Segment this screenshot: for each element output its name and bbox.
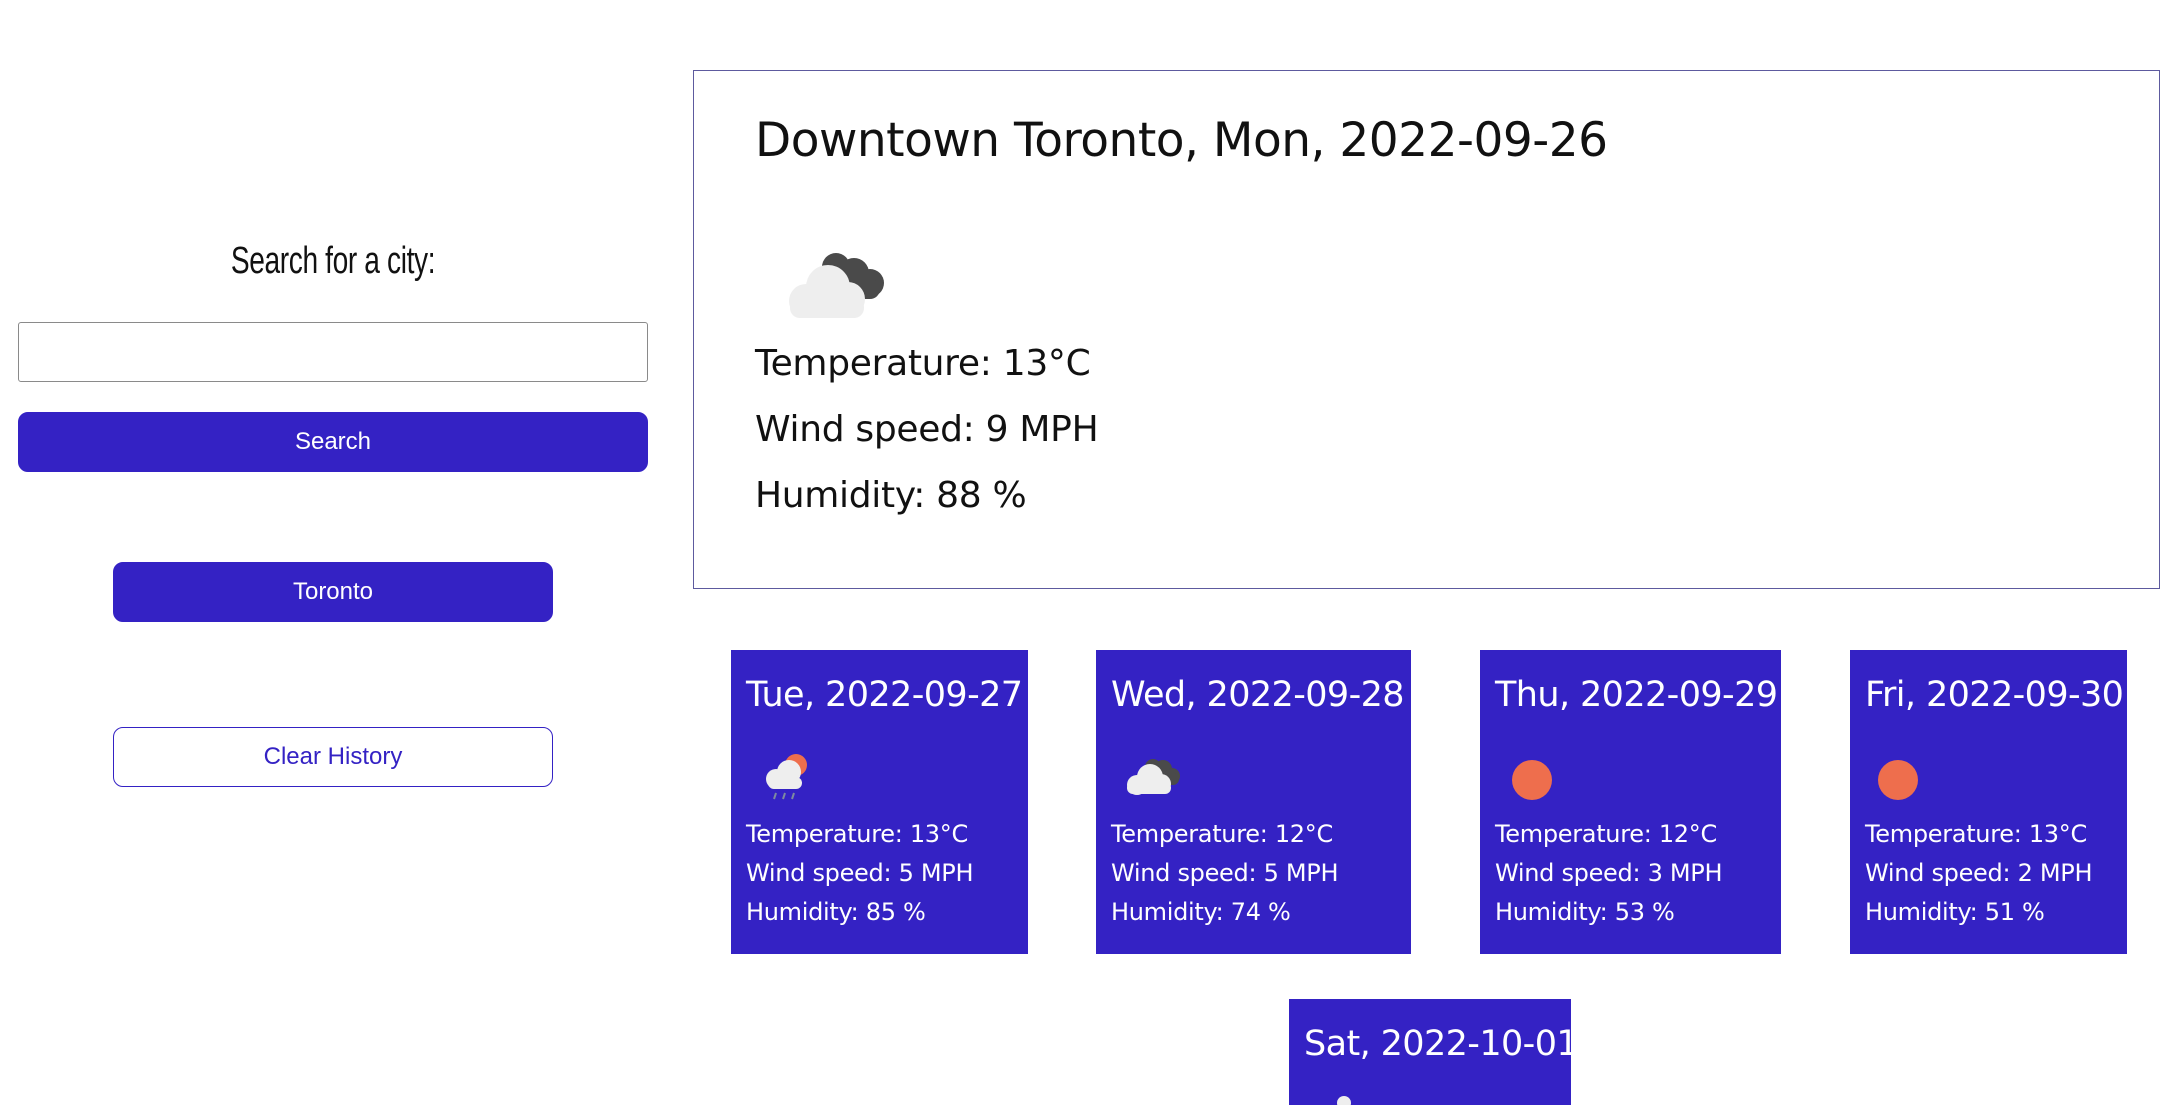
forecast-card: Wed, 2022-09-28 Temperature: 12°C Wind s…: [1096, 650, 1411, 954]
current-temperature: Temperature: 13°C: [755, 343, 1091, 384]
forecast-date: Sat, 2022-10-01: [1304, 1024, 1579, 1064]
forecast-temperature: Temperature: 13°C: [1865, 820, 2087, 848]
forecast-wind-speed: Wind speed: 5 MPH: [746, 859, 974, 887]
forecast-temperature: Temperature: 12°C: [1495, 820, 1717, 848]
search-button[interactable]: Search: [18, 412, 648, 472]
sun-icon: [1512, 760, 1552, 800]
forecast-card: Thu, 2022-09-29 Temperature: 12°C Wind s…: [1480, 650, 1781, 954]
current-weather-title: Downtown Toronto, Mon, 2022-09-26: [755, 113, 1608, 168]
current-humidity: Humidity: 88 %: [755, 475, 1027, 516]
forecast-card: Sat, 2022-10-01: [1289, 999, 1579, 1105]
forecast-card: Fri, 2022-09-30 Temperature: 13°C Wind s…: [1850, 650, 2127, 954]
forecast-date: Tue, 2022-09-27: [746, 675, 1023, 715]
sun-icon: [1878, 760, 1918, 800]
weather-icon: [1337, 1096, 1351, 1105]
city-search-input[interactable]: [18, 322, 648, 382]
search-heading: Search for a city:: [230, 240, 436, 282]
forecast-wind-speed: Wind speed: 5 MPH: [1111, 859, 1339, 887]
forecast-wind-speed: Wind speed: 3 MPH: [1495, 859, 1723, 887]
clear-history-button[interactable]: Clear History: [113, 727, 553, 787]
forecast-temperature: Temperature: 13°C: [746, 820, 968, 848]
forecast-date: Fri, 2022-09-30: [1865, 675, 2124, 715]
current-weather-panel: Downtown Toronto, Mon, 2022-09-26 Temper…: [693, 70, 2160, 589]
forecast-humidity: Humidity: 53 %: [1495, 898, 1675, 926]
forecast-temperature: Temperature: 12°C: [1111, 820, 1333, 848]
forecast-humidity: Humidity: 51 %: [1865, 898, 2045, 926]
forecast-humidity: Humidity: 85 %: [746, 898, 926, 926]
forecast-date: Wed, 2022-09-28: [1111, 675, 1405, 715]
rain-sun-icon: [766, 754, 807, 800]
forecast-card: Tue, 2022-09-27 Temperature: 13°C Wind s…: [731, 650, 1028, 954]
history-button-toronto[interactable]: Toronto: [113, 562, 553, 622]
broken-clouds-icon: [1127, 759, 1180, 795]
broken-clouds-icon: [789, 253, 884, 318]
forecast-date: Thu, 2022-09-29: [1495, 675, 1778, 715]
current-wind-speed: Wind speed: 9 MPH: [755, 409, 1099, 450]
forecast-humidity: Humidity: 74 %: [1111, 898, 1291, 926]
forecast-wind-speed: Wind speed: 2 MPH: [1865, 859, 2093, 887]
